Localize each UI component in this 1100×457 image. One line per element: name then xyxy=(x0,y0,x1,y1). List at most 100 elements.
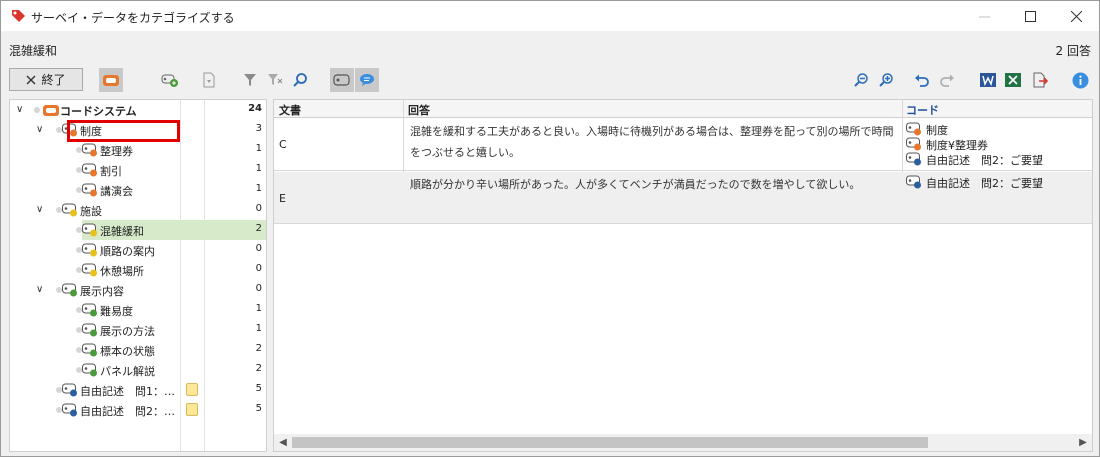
answer-cell[interactable]: 混雑を緩和する工夫があると良い。入場時に待機列がある場合は、整理券を配って別の場… xyxy=(410,121,900,163)
memo-icon[interactable] xyxy=(186,403,198,416)
end-button-label: 終了 xyxy=(41,73,66,87)
tree-item[interactable]: パネル解説 2 xyxy=(10,360,266,380)
chevron-down-icon[interactable]: ∨ xyxy=(36,205,46,215)
excel-icon xyxy=(1005,73,1021,87)
assigned-code-label: 制度 xyxy=(926,124,948,137)
maximize-button[interactable] xyxy=(1007,1,1053,31)
tree-item[interactable]: ∨ 展示内容 0 xyxy=(10,280,266,300)
code-tag-icon xyxy=(82,303,97,317)
undo-button[interactable] xyxy=(910,68,934,92)
memo-icon[interactable] xyxy=(186,383,198,396)
tree-item-count: 1 xyxy=(255,303,262,314)
tree-item[interactable]: 講演会 1 xyxy=(10,180,266,200)
tree-item-count: 2 xyxy=(255,223,262,234)
column-header-code[interactable]: コード xyxy=(906,102,939,118)
tree-item-label: コードシステム xyxy=(60,105,137,118)
code-view-toggle[interactable] xyxy=(99,68,123,92)
comment-icon xyxy=(360,74,374,86)
scrollbar-thumb[interactable] xyxy=(292,437,928,448)
show-codes-toggle[interactable] xyxy=(330,68,354,92)
code-tree-panel: ∨ コードシステム 24 ∨ 制度 3 整理券 1 割引 1 講演会 1 ∨ 施設 0 混雑緩和 2 順路の案内 0… xyxy=(9,99,267,452)
info-button[interactable] xyxy=(1068,68,1092,92)
clear-filter-button[interactable] xyxy=(263,68,287,92)
tree-item[interactable]: 自由記述 問1：… 5 xyxy=(10,380,266,400)
tree-item[interactable]: 混雑緩和 2 xyxy=(10,220,266,240)
document-filter-button[interactable] xyxy=(197,68,221,92)
export-excel-button[interactable] xyxy=(1001,68,1025,92)
maximize-icon xyxy=(1024,10,1036,22)
chevron-down-icon[interactable]: ∨ xyxy=(16,105,26,115)
minimize-button[interactable] xyxy=(961,1,1007,31)
tree-item[interactable]: 休憩場所 0 xyxy=(10,260,266,280)
new-code-button[interactable] xyxy=(158,68,182,92)
column-header-answer[interactable]: 回答 xyxy=(408,102,430,118)
zoom-out-icon xyxy=(854,73,868,87)
zoom-out-button[interactable] xyxy=(849,68,873,92)
tree-item[interactable]: ∨ コードシステム 24 xyxy=(10,100,266,120)
code-folder-icon xyxy=(103,75,119,86)
answer-table-panel: 文書 回答 コード C 混雑を緩和する工夫があると良い。入場時に待機列がある場合は… xyxy=(273,99,1093,452)
export-button[interactable] xyxy=(1028,68,1052,92)
tree-item-label: 混雑緩和 xyxy=(100,225,144,238)
table-row[interactable]: C 混雑を緩和する工夫があると良い。入場時に待機列がある場合は、整理券を配って別の… xyxy=(274,119,1092,171)
chevron-down-icon[interactable]: ∨ xyxy=(36,285,46,295)
assigned-code[interactable]: 自由記述 問2：ご要望 xyxy=(906,152,1091,167)
code-tag-icon xyxy=(82,143,97,157)
tree-item-count: 3 xyxy=(255,123,262,134)
code-tag-icon xyxy=(906,152,921,166)
code-tag-icon xyxy=(62,403,77,417)
tree-item-count: 1 xyxy=(255,143,262,154)
code-tag-icon xyxy=(82,163,97,177)
tree-item-label: 割引 xyxy=(100,165,122,178)
selection-highlight-box xyxy=(67,120,180,142)
table-header: 文書 回答 コード xyxy=(274,100,1092,118)
code-system-icon xyxy=(43,105,59,116)
tree-item-label: 展示の方法 xyxy=(100,325,155,338)
assigned-code[interactable]: 制度 xyxy=(906,122,1091,137)
export-word-button[interactable] xyxy=(976,68,1000,92)
code-header: 混雑緩和 2 回答 xyxy=(1,31,1099,63)
activation-dot-icon[interactable] xyxy=(34,107,40,113)
redo-button[interactable] xyxy=(935,68,959,92)
filter-button[interactable] xyxy=(238,68,262,92)
tree-item[interactable]: 標本の状態 2 xyxy=(10,340,266,360)
tree-item-label: 難易度 xyxy=(100,305,133,318)
zoom-in-button[interactable] xyxy=(874,68,898,92)
end-button[interactable]: 終了 xyxy=(9,68,83,91)
show-comments-toggle[interactable] xyxy=(355,68,379,92)
minimize-icon xyxy=(978,16,990,17)
close-button[interactable] xyxy=(1053,1,1099,31)
table-row[interactable]: E 順路が分かり辛い場所があった。人が多くてベンチが満員だったので数を増やして欲し… xyxy=(274,172,1092,224)
app-tag-icon xyxy=(12,10,25,22)
zoom-in-icon xyxy=(879,73,893,87)
tree-item[interactable]: 自由記述 問2：… 5 xyxy=(10,400,266,420)
answer-count: 2 回答 xyxy=(1055,44,1091,58)
doc-cell: E xyxy=(279,192,286,205)
tree-item-count: 0 xyxy=(255,283,262,294)
clear-filter-icon xyxy=(268,74,283,85)
code-tag-icon xyxy=(906,137,921,151)
tree-item-label: 自由記述 問2：… xyxy=(80,405,175,418)
answer-cell[interactable]: 順路が分かり辛い場所があった。人が多くてベンチが満員だったので数を増やして欲しい… xyxy=(410,174,900,195)
tree-item-label: 自由記述 問1：… xyxy=(80,385,175,398)
tree-item[interactable]: ∨ 施設 0 xyxy=(10,200,266,220)
tree-item[interactable]: 順路の案内 0 xyxy=(10,240,266,260)
tree-item[interactable]: 整理券 1 xyxy=(10,140,266,160)
selected-code-name: 混雑緩和 xyxy=(9,44,58,58)
chevron-down-icon[interactable]: ∨ xyxy=(36,125,46,135)
assigned-code[interactable]: 制度¥整理券 xyxy=(906,137,1091,152)
column-header-doc[interactable]: 文書 xyxy=(279,102,301,118)
filter-icon xyxy=(244,74,256,86)
search-button[interactable] xyxy=(288,68,312,92)
scroll-left-icon[interactable]: ◀ xyxy=(276,436,290,449)
doc-cell: C xyxy=(279,138,287,151)
scroll-right-icon[interactable]: ▶ xyxy=(1076,436,1090,449)
code-tag-icon xyxy=(333,74,350,86)
tree-item[interactable]: 展示の方法 1 xyxy=(10,320,266,340)
horizontal-scrollbar[interactable]: ◀ ▶ xyxy=(274,434,1092,451)
tree-item[interactable]: 難易度 1 xyxy=(10,300,266,320)
tree-item[interactable]: 割引 1 xyxy=(10,160,266,180)
tree-item-label: 講演会 xyxy=(100,185,133,198)
assigned-code[interactable]: 自由記述 問2：ご要望 xyxy=(906,175,1091,190)
search-icon xyxy=(293,73,307,87)
